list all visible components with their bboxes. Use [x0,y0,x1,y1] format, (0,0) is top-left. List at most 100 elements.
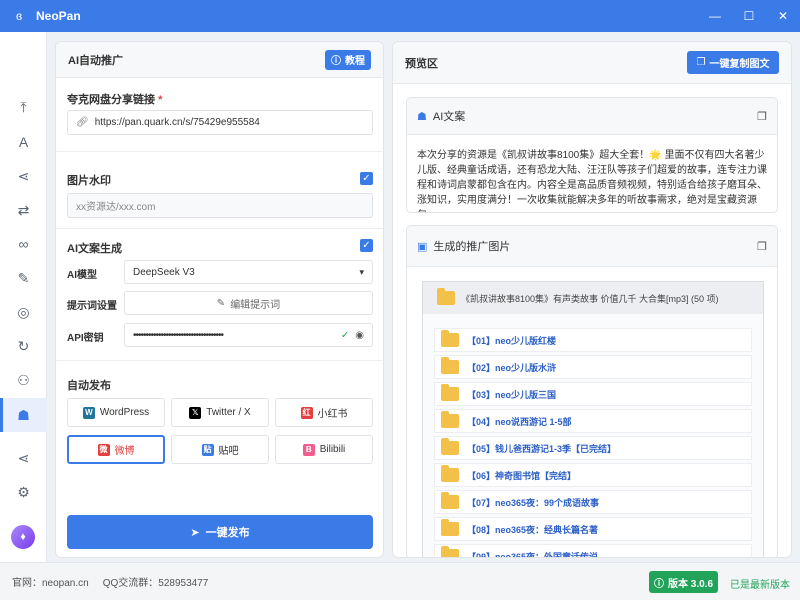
info-icon: ⓘ [653,578,664,590]
share-nodes-icon: ⋖ [17,449,30,466]
link-icon: 🔗︎ [76,117,89,128]
folder-row: 【05】钱儿爸西游记1-3季【已完结】 [434,436,752,460]
app-title: NeoPan [36,9,81,23]
copy-all-button[interactable]: ❐ 一键复制图文 [687,51,779,74]
tutorial-label: 教程 [345,56,365,67]
watermark-label: 图片水印 [67,175,111,187]
folder-icon [441,438,459,455]
robot-icon: ☗ [17,406,30,423]
api-key-value: •••••••••••••••••••••••••••••••••••• [133,329,224,341]
sidebar-item-share[interactable]: ⋖ [0,159,47,193]
folder-row: 【02】neo少儿版水浒 [434,355,752,379]
sidebar-item-upload[interactable]: ⤒ [0,90,47,124]
xiaohongshu-icon: 红 [300,406,313,419]
font-icon: A [18,134,29,150]
version-badge: ⓘ 版本 3.0.6 [649,571,718,593]
sidebar-item-sitemap[interactable]: ⚇ [0,363,47,397]
folder-row: 【07】neo365夜：99个成语故事 [434,490,752,514]
platform-button-weibo[interactable]: 微微博 [67,435,165,464]
folder-name: 【02】neo少儿版水浒 [467,362,557,373]
chevron-down-icon: ▾ [359,266,364,277]
platform-label: 小红书 [317,409,348,420]
share-link-label-text: 夸克网盘分享链接 [67,94,155,106]
sidebar-item-brush[interactable]: ✎ [0,261,47,295]
x-icon: 𝕏 [189,406,202,419]
copy-icon[interactable]: ❐ [757,240,767,253]
sidebar-item-refresh[interactable]: ↻ [0,329,47,363]
latest-version-text: 已是最新版本 [730,580,790,591]
target-icon: ◎ [17,303,30,320]
copy-icon[interactable]: ❐ [757,110,767,123]
eye-icon[interactable]: ◉ [355,330,364,341]
sidebar-item-share-nodes[interactable]: ⋖ [0,441,47,475]
ai-copy-card-header: ☗ AI文案 ❐ [407,98,777,135]
folder-name: 【08】neo365夜：经典长篇名著 [467,524,599,535]
model-select[interactable]: DeepSeek V3 ▾ [124,260,373,284]
folder-row: 【06】神奇图书馆【完结】 [434,463,752,487]
auto-publish-label: 自动发布 [67,380,111,392]
ai-copy-card-title: AI文案 [432,111,466,123]
website-text: 官网：neopan.cn [12,578,89,589]
weibo-icon: 微 [97,443,110,456]
divider [56,360,383,361]
sitemap-icon: ⚇ [17,371,30,388]
send-icon: ➤ [190,526,200,539]
ai-copy-card: ☗ AI文案 ❐ 本次分享的资源是《凯叔讲故事8100集》超大全套！🌟 里面不仅… [406,97,778,213]
sidebar-item-link[interactable]: ∞ [0,227,47,261]
folder-icon [441,411,459,428]
required-mark: * [158,94,163,106]
platform-button-wordpress[interactable]: W WordPress [67,398,165,427]
sidebar-item-font[interactable]: A [0,125,47,159]
preview-title: 预览区 [405,57,438,70]
divider [56,151,383,152]
minimize-icon[interactable]: — [698,9,732,23]
platform-label: 微博 [114,446,135,457]
folder-row: 【08】neo365夜：经典长篇名著 [434,517,752,541]
folder-icon [441,384,459,401]
maximize-icon[interactable]: ☐ [732,9,766,23]
sidebar-item-gear[interactable]: ⚙ [0,475,47,509]
platform-button-xiaohongshu[interactable]: 红小红书 [275,398,373,427]
promo-image: 《凯叔讲故事8100集》有声类故事 价值几千 大合集[mp3] (50 项) 【… [422,281,764,557]
sidebar-item-transfer[interactable]: ⇄ [0,193,47,227]
brush-icon: ✎ [17,269,30,286]
publish-button[interactable]: ➤ 一键发布 [67,515,373,549]
sidebar-item-target[interactable]: ◎ [0,295,47,329]
avatar[interactable]: ♦ [11,525,35,549]
folder-name: 【07】neo365夜：99个成语故事 [467,497,600,508]
watermark-checkbox[interactable]: ✓ [360,172,373,185]
preview-image-title: 《凯叔讲故事8100集》有声类故事 价值几千 大合集[mp3] (50 项) [461,293,719,304]
watermark-input[interactable]: xx资源达/xxx.com [67,193,373,218]
folder-row: 【04】neo说西游记 1-5部 [434,409,752,433]
folder-icon [441,546,459,557]
robot-icon: ☗ [417,110,427,123]
check-icon: ✓ [340,329,350,341]
transfer-icon: ⇄ [17,201,30,218]
platform-button-tieba[interactable]: 贴贴吧 [171,435,269,464]
ai-copy-label: AI文案生成 [67,243,122,255]
folder-name: 【05】钱儿爸西游记1-3季【已完结】 [467,443,617,454]
folder-name: 【01】neo少儿版红楼 [467,335,557,346]
platform-label: WordPress [99,407,150,418]
folder-row: 【03】neo少儿版三国 [434,382,752,406]
link-icon: ∞ [18,236,29,252]
model-value: DeepSeek V3 [133,266,195,278]
upload-icon: ⤒ [20,98,27,115]
promo-image-card: ▣ 生成的推广图片 ❐ 《凯叔讲故事8100集》有声类故事 价值几千 大合集[m… [406,225,778,557]
api-key-input[interactable]: •••••••••••••••••••••••••••••••••••• ✓ ◉ [124,323,373,347]
platform-button-x[interactable]: 𝕏 Twitter / X [171,398,269,427]
share-link-input[interactable]: 🔗︎ https://pan.quark.cn/s/75429e955584 [67,110,373,135]
close-icon[interactable]: ✕ [766,9,800,23]
sidebar-item-robot[interactable]: ☗ [0,398,47,432]
ai-promotion-panel: AI自动推广 ⓘ 教程 夸克网盘分享链接 * 🔗︎ https://pan.qu… [55,41,384,558]
share-link-value: https://pan.quark.cn/s/75429e955584 [94,117,260,128]
ai-copy-checkbox[interactable]: ✓ [360,239,373,252]
panel-title: AI自动推广 [68,54,123,67]
platform-label: Bilibili [319,444,346,455]
copy-all-label: 一键复制图文 [709,59,770,70]
edit-prompt-button[interactable]: ✎ 编辑提示词 [124,291,373,315]
platform-button-bilibili[interactable]: B Bilibili [275,435,373,464]
tutorial-button[interactable]: ⓘ 教程 [325,49,371,70]
preview-image-header: 《凯叔讲故事8100集》有声类故事 价值几千 大合集[mp3] (50 项) [423,282,763,314]
edit-prompt-label: 编辑提示词 [230,299,281,311]
